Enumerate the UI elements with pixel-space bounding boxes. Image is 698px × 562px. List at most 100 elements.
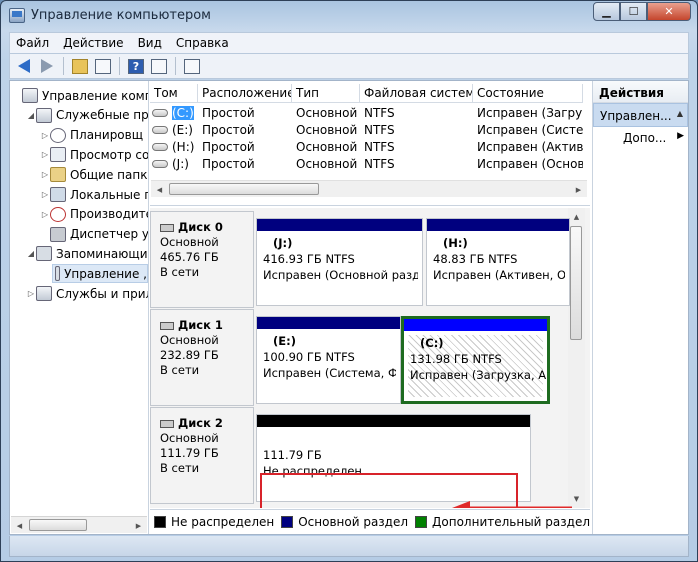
hard-disk-icon — [160, 419, 174, 428]
partition[interactable]: (J:) 416.93 ГБ NTFS Исправен (Основной раз… — [256, 218, 423, 306]
tree-item[interactable]: ▷ Просмотр со — [10, 145, 148, 164]
partition[interactable]: (E:) 100.90 ГБ NTFS Исправен (Система, Фа — [256, 316, 401, 404]
partition-info: (H:) 48.83 ГБ NTFS Исправен (Активен, Ос — [431, 235, 565, 283]
expand-arrow-icon[interactable]: ▷ — [40, 210, 50, 219]
tree-item[interactable]: ▷ Общие папк — [10, 165, 147, 184]
volume-icon — [152, 142, 168, 151]
volume-cell: Основной — [292, 122, 360, 139]
tree-item[interactable]: ▷ Локальные г — [10, 185, 148, 204]
scroll-left-icon[interactable]: ◀ — [12, 518, 27, 533]
volume-list-hscrollbar[interactable]: ◀ ▶ — [151, 180, 587, 197]
volume-cell-text: (C:) — [172, 106, 194, 120]
event-viewer-icon — [50, 147, 66, 163]
menu-help[interactable]: Справка — [176, 36, 229, 50]
help-button[interactable]: ? — [126, 56, 146, 76]
scroll-up-icon[interactable]: ▲ — [569, 209, 584, 224]
scroll-right-icon[interactable]: ▶ — [571, 182, 586, 197]
volume-cell: Исправен (Система — [473, 122, 583, 139]
properties-button[interactable] — [182, 56, 202, 76]
disk-management-icon — [55, 266, 61, 282]
disk-row: Диск 2 Основной 111.79 ГБ В сети 111.79 ГБ Не… — [150, 407, 572, 508]
column-header-status[interactable]: Состояние — [473, 84, 583, 103]
volume-row[interactable]: (H:) Простой Основной NTFS Исправен (Активен… — [150, 139, 583, 156]
volume-row[interactable]: (C:) Простой Основной NTFS Исправен (Загрузк… — [150, 105, 583, 122]
tree-item[interactable]: Диспетчер ус — [10, 225, 149, 244]
users-icon — [50, 187, 66, 202]
volume-cell-text: (H:) — [172, 140, 195, 154]
minimize-button[interactable]: ▁ — [593, 2, 620, 21]
expand-arrow-icon[interactable]: ▷ — [40, 190, 50, 199]
tree-item[interactable]: ◢ Служебные про — [10, 106, 148, 125]
column-header-filesystem[interactable]: Файловая система — [360, 84, 473, 103]
volume-cell-text: Основной — [296, 123, 358, 137]
up-level-button[interactable] — [70, 56, 90, 76]
scrollbar-thumb[interactable] — [169, 183, 319, 195]
expand-arrow-icon[interactable]: ▷ — [40, 170, 50, 179]
folder-up-icon — [72, 58, 88, 74]
tree-item[interactable]: ◢ Запоминающие — [10, 244, 148, 263]
partition-color-bar — [257, 415, 530, 427]
disk-status: В сети — [160, 461, 200, 475]
scroll-left-icon[interactable]: ◀ — [152, 182, 167, 197]
action-pane-button[interactable] — [149, 56, 169, 76]
scroll-right-icon[interactable]: ▶ — [131, 518, 146, 533]
tree-item[interactable]: Управление , — [52, 264, 148, 284]
actions-section-disk-management[interactable]: Управлен... — [593, 103, 688, 127]
back-button[interactable] — [14, 56, 34, 76]
collapse-arrow-icon[interactable]: ◢ — [26, 111, 36, 120]
tree-item-label: Диспетчер ус — [70, 227, 149, 242]
disk-label[interactable]: Диск 1 Основной 232.89 ГБ В сети — [150, 309, 254, 406]
disk-type: Основной — [160, 431, 219, 445]
menu-action[interactable]: Действие — [63, 36, 123, 50]
action-pane-icon — [151, 58, 167, 74]
actions-more[interactable]: Допо... — [593, 127, 688, 149]
clock-icon — [50, 127, 66, 143]
volume-cell: Исправен (Основно — [473, 156, 583, 173]
disk-type: Основной — [160, 333, 219, 347]
maximize-button[interactable]: ☐ — [620, 2, 647, 21]
column-header-type[interactable]: Тип — [292, 84, 360, 103]
forward-button[interactable] — [37, 56, 57, 76]
menu-file[interactable]: Файл — [16, 36, 49, 50]
partition-color-bar — [427, 219, 569, 231]
tree-item[interactable]: ▷ Службы и прило — [10, 284, 148, 303]
properties-icon — [184, 58, 200, 74]
column-header-layout[interactable]: Расположение — [198, 84, 292, 103]
collapse-arrow-icon[interactable]: ◢ — [26, 249, 36, 258]
disk-label[interactable]: Диск 2 Основной 111.79 ГБ В сети — [150, 407, 254, 504]
disk-map-vscrollbar[interactable]: ▲ ▼ — [568, 208, 585, 508]
volume-row[interactable]: (E:) Простой Основной NTFS Исправен (Система — [150, 122, 583, 139]
tree-item[interactable]: ▷ Производите — [10, 205, 148, 224]
legend-swatch — [154, 516, 166, 528]
volume-row[interactable]: (J:) Простой Основной NTFS Исправен (Основно — [150, 156, 583, 173]
menu-view[interactable]: Вид — [138, 36, 162, 50]
show-hide-tree-button[interactable] — [93, 56, 113, 76]
disk-label[interactable]: Диск 0 Основной 465.76 ГБ В сети — [150, 211, 254, 308]
tree-hscrollbar[interactable]: ◀ ▶ — [11, 516, 147, 533]
legend-label: Дополнительный раздел — [432, 515, 590, 529]
volume-cell-text: Основной — [296, 106, 358, 120]
volume-icon — [152, 108, 168, 117]
tree-item[interactable]: ▷ Планировщ — [10, 126, 143, 145]
volume-cell: NTFS — [360, 156, 473, 173]
column-header-volume[interactable]: Том — [150, 84, 198, 103]
toolbar-separator — [63, 57, 64, 75]
menu-bar: Файл Действие Вид Справка — [9, 32, 689, 53]
scrollbar-thumb[interactable] — [29, 519, 87, 531]
tools-icon — [36, 107, 52, 123]
volume-cell: (H:) — [150, 139, 198, 156]
partition-state: Исправен (Загрузка, Ав — [410, 368, 547, 382]
expand-arrow-icon[interactable]: ▷ — [40, 131, 50, 140]
disk-name: Диск 2 — [178, 416, 223, 430]
disk-row: Диск 0 Основной 465.76 ГБ В сети (J:) 416.93 … — [150, 211, 570, 308]
expand-arrow-icon[interactable]: ▷ — [26, 289, 36, 298]
partition-info: (J:) 416.93 ГБ NTFS Исправен (Основной раз… — [261, 235, 418, 283]
scrollbar-thumb[interactable] — [570, 226, 582, 340]
partition-size: 48.83 ГБ NTFS — [433, 252, 518, 266]
tree-item[interactable]: Управление компь — [10, 86, 148, 105]
close-button[interactable]: ✕ — [647, 2, 691, 21]
partition[interactable]: (C:) 131.98 ГБ NTFS Исправен (Загрузка, Ав — [401, 316, 550, 404]
window-title: Управление компьютером — [31, 8, 211, 23]
partition[interactable]: (H:) 48.83 ГБ NTFS Исправен (Активен, Ос — [426, 218, 570, 306]
expand-arrow-icon[interactable]: ▷ — [40, 150, 50, 159]
